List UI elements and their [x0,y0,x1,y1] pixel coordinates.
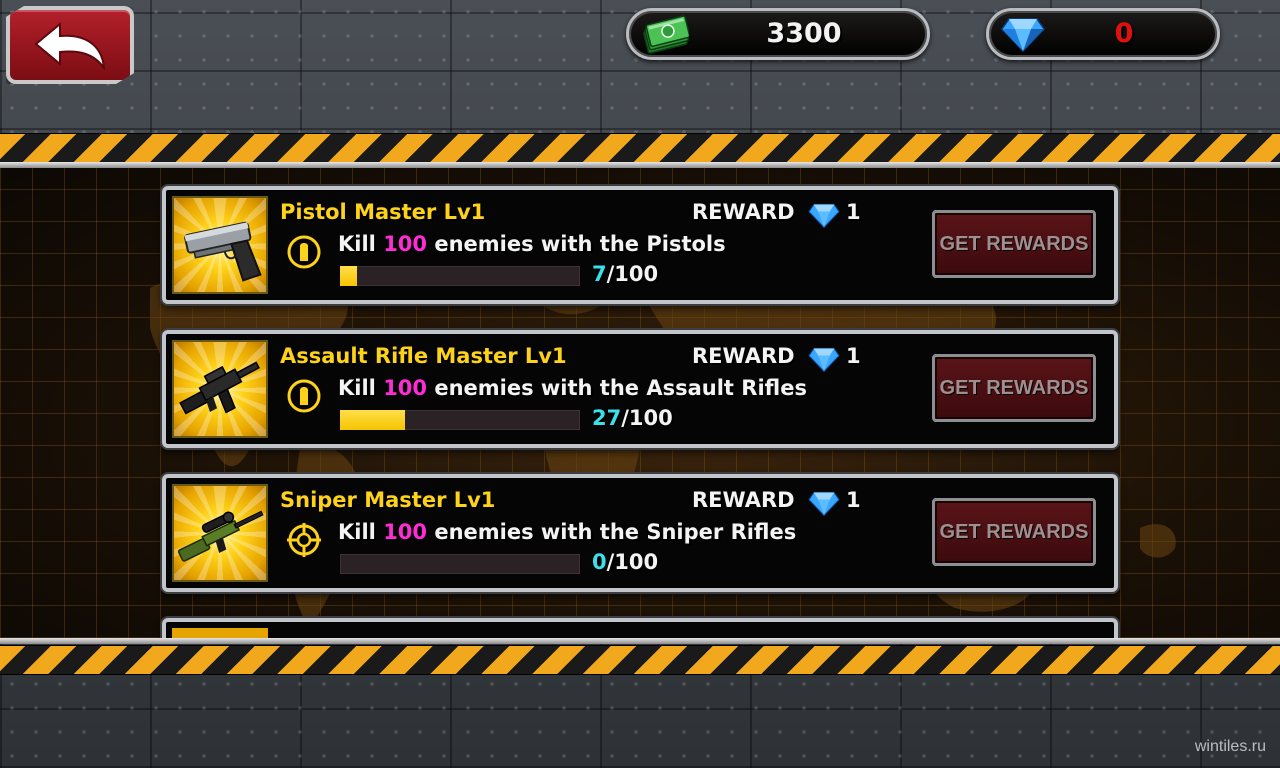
progress-text: 0/100 [592,550,658,574]
back-button[interactable] [6,6,134,84]
back-arrow-icon [34,21,106,72]
get-rewards-button[interactable]: GET REWARDS [932,354,1096,422]
reward-label: REWARD [692,488,795,512]
progress-text: 27/100 [592,406,673,430]
reward-diamond-icon [808,491,840,517]
mission-list[interactable]: Pistol Master Lv1 REWARD 1 Kill 100 enem… [0,168,1280,638]
cash-counter: 3300 [626,8,930,60]
reward-diamond-icon [808,203,840,229]
mission-card: Assault Rifle Master Lv1 REWARD 1 Kill 1… [162,330,1118,448]
progress-text: 7/100 [592,262,658,286]
assault-rifle-icon [179,361,260,415]
cash-icon [643,15,689,54]
reward-count: 1 [846,344,861,368]
gem-counter: 0 [986,8,1220,60]
reward-count: 1 [846,488,861,512]
kill-target: 100 [383,520,428,544]
progress-bar [340,266,580,286]
progress-fill [340,410,405,430]
reward-label: REWARD [692,200,795,224]
progress-current: 0 [592,550,607,574]
mission-description: Kill 100 enemies with the Assault Rifles [338,376,807,400]
gem-amount: 0 [1114,18,1134,49]
progress-current: 27 [592,406,622,430]
pistol-icon [184,221,262,282]
sniper-rifle-icon [177,510,264,562]
desc-prefix: Kill [338,520,384,544]
kill-target: 100 [383,376,428,400]
kill-target: 100 [383,232,428,256]
weapon-thumbnail [172,340,268,438]
mission-card-partial [162,618,1118,638]
desc-prefix: Kill [338,232,384,256]
weapon-thumbnail [172,196,268,294]
hazard-stripe-top [0,134,1280,162]
mission-title: Sniper Master Lv1 [280,488,496,512]
weapon-thumbnail [172,484,268,582]
mission-title: Assault Rifle Master Lv1 [280,344,567,368]
progress-total: /100 [606,550,659,574]
desc-suffix: enemies with the Sniper Rifles [427,520,797,544]
mission-card: Pistol Master Lv1 REWARD 1 Kill 100 enem… [162,186,1118,304]
desc-prefix: Kill [338,376,384,400]
hazard-stripe-bottom [0,646,1280,674]
cash-amount: 3300 [766,18,842,49]
mission-card: Sniper Master Lv1 REWARD 1 Kill 100 enem… [162,474,1118,592]
mission-description: Kill 100 enemies with the Pistols [338,232,726,256]
progress-fill [340,266,357,286]
reward-diamond-icon [808,347,840,373]
reward-label: REWARD [692,344,795,368]
bullet-icon [287,235,321,269]
get-rewards-button[interactable]: GET REWARDS [932,498,1096,566]
progress-current: 7 [592,262,607,286]
progress-total: /100 [606,262,659,286]
desc-suffix: enemies with the Pistols [427,232,726,256]
bullet-icon [287,379,321,413]
desc-suffix: enemies with the Assault Rifles [427,376,807,400]
watermark: wintiles.ru [1194,738,1266,755]
progress-total: /100 [621,406,673,430]
get-rewards-button[interactable]: GET REWARDS [932,210,1096,278]
rail-bottom [0,638,1280,644]
mission-title: Pistol Master Lv1 [280,200,486,224]
crosshair-icon [287,523,321,557]
mission-description: Kill 100 enemies with the Sniper Rifles [338,520,796,544]
diamond-icon [1001,18,1045,53]
progress-bar [340,410,580,430]
progress-bar [340,554,580,574]
reward-count: 1 [846,200,861,224]
weapon-thumbnail [172,628,268,638]
